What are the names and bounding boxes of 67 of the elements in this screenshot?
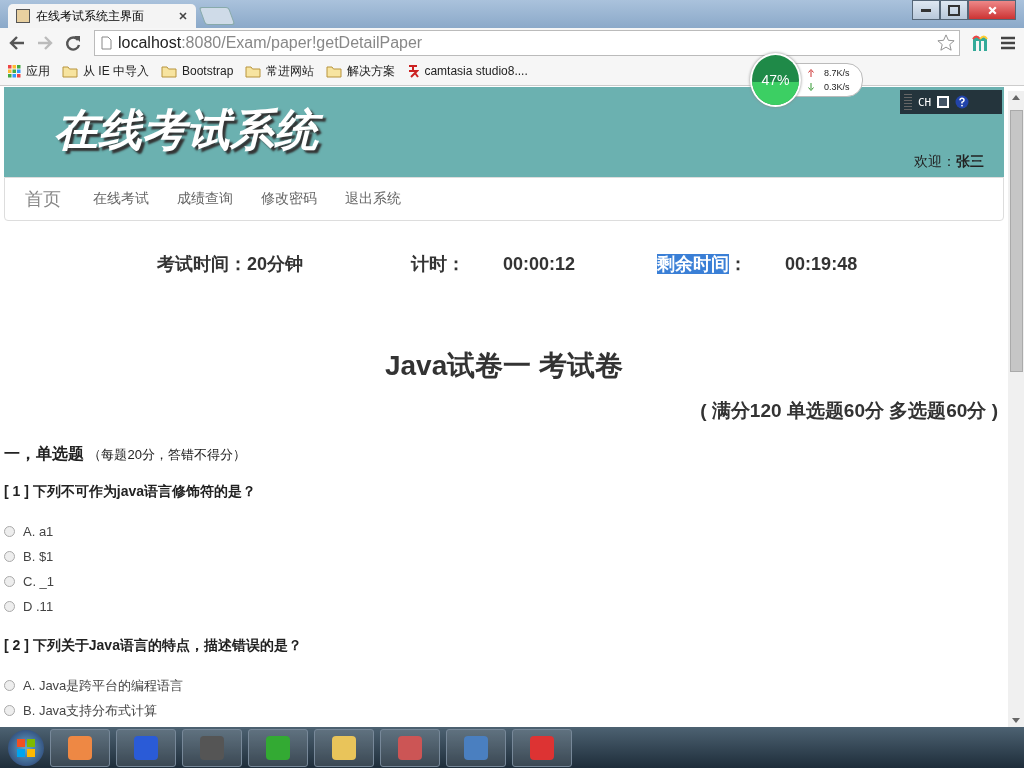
back-icon[interactable] xyxy=(8,33,26,52)
ime-mode[interactable]: CH xyxy=(918,95,932,109)
browser-tab[interactable]: 在线考试系统主界面 xyxy=(8,4,196,28)
nav-link[interactable]: 在线考试 xyxy=(93,190,149,208)
radio-button[interactable] xyxy=(4,601,15,612)
nav-link[interactable]: 首页 xyxy=(25,187,61,211)
star-icon[interactable] xyxy=(937,33,955,52)
scroll-up-icon[interactable] xyxy=(1012,95,1020,100)
section-note: （每题20分，答错不得分） xyxy=(88,447,246,462)
new-tab-button[interactable] xyxy=(198,7,236,25)
close-window-button[interactable] xyxy=(968,0,1016,20)
page-icon xyxy=(101,35,112,50)
elapsed-time: 00:00:12 xyxy=(503,253,576,275)
radio-button[interactable] xyxy=(4,576,15,587)
restore-button[interactable] xyxy=(940,0,968,20)
close-icon[interactable] xyxy=(178,11,188,21)
answer-option[interactable]: A. Java是跨平台的编程语言 xyxy=(4,673,1004,698)
bookmark[interactable]: 常进网站 xyxy=(245,62,315,80)
nav-link[interactable]: 退出系统 xyxy=(345,190,401,208)
remaining-time-label: 剩余时间 xyxy=(657,254,730,274)
answer-option[interactable]: B. Java支持分布式计算 xyxy=(4,698,1004,723)
remaining-time: 00:19:48 xyxy=(785,253,858,275)
bookmark[interactable]: Bootstrap xyxy=(161,64,234,78)
forward-icon[interactable] xyxy=(36,33,54,52)
score-summary: ( 满分120 单选题60分 多选题60分 ) xyxy=(699,399,999,423)
answer-option[interactable]: B. $1 xyxy=(4,544,1004,569)
site-logo-icon xyxy=(407,64,420,78)
windows-logo-icon xyxy=(16,737,36,758)
site-logo: 在线考试系统 xyxy=(50,99,332,165)
tab-title: 在线考试系统主界面 xyxy=(36,7,145,25)
menu-icon[interactable] xyxy=(1000,35,1016,50)
up-arrow-icon xyxy=(808,69,814,77)
minimize-button[interactable] xyxy=(912,0,940,20)
radio-button[interactable] xyxy=(4,551,15,562)
answer-option[interactable]: D .11 xyxy=(4,594,1004,619)
nav-link[interactable]: 修改密码 xyxy=(261,190,317,208)
answer-option[interactable]: A. a1 xyxy=(4,519,1004,544)
radio-button[interactable] xyxy=(4,680,15,691)
help-icon[interactable] xyxy=(955,95,970,109)
timer-label: 计时： xyxy=(411,253,466,276)
scroll-down-icon[interactable] xyxy=(1012,718,1020,723)
paper-title: Java试卷一 考试卷 xyxy=(383,349,625,383)
bookmark[interactable]: camtasia studio8.... xyxy=(407,64,528,78)
welcome-text: 欢迎：张三 xyxy=(914,153,985,171)
bookmark[interactable]: 从 IE 中导入 xyxy=(62,62,149,80)
radio-button[interactable] xyxy=(4,705,15,716)
question-text: [ 1 ] 下列不可作为java语言修饰符的是？ xyxy=(4,483,258,501)
radio-button[interactable] xyxy=(4,526,15,537)
address-bar[interactable]: localhost:8080/Exam/paper!getDetailPaper xyxy=(94,29,960,56)
close-icon xyxy=(986,4,998,16)
answer-option[interactable]: C. _1 xyxy=(4,569,1004,594)
colon-text: ： xyxy=(729,254,748,274)
bookmark[interactable]: 应用 xyxy=(8,62,50,80)
page-favicon-icon xyxy=(16,9,30,23)
apps-grid-icon xyxy=(8,64,21,78)
upload-speed: 8.7K/s xyxy=(824,67,850,79)
question-text: [ 2 ] 下列关于Java语言的特点，描述错误的是？ xyxy=(4,637,303,655)
start-button[interactable] xyxy=(8,729,44,766)
exam-time-text: 考试时间：20分钟 xyxy=(157,253,304,276)
reload-icon[interactable] xyxy=(64,33,82,52)
nav-link[interactable]: 成绩查询 xyxy=(177,190,233,208)
keyboard-icon[interactable] xyxy=(937,96,950,108)
section-title: 一，单选题 xyxy=(4,445,84,462)
download-speed: 0.3K/s xyxy=(824,81,850,93)
down-arrow-icon xyxy=(808,83,814,91)
scrollbar[interactable] xyxy=(1008,91,1024,727)
bookmark[interactable]: 解决方案 xyxy=(326,62,396,80)
